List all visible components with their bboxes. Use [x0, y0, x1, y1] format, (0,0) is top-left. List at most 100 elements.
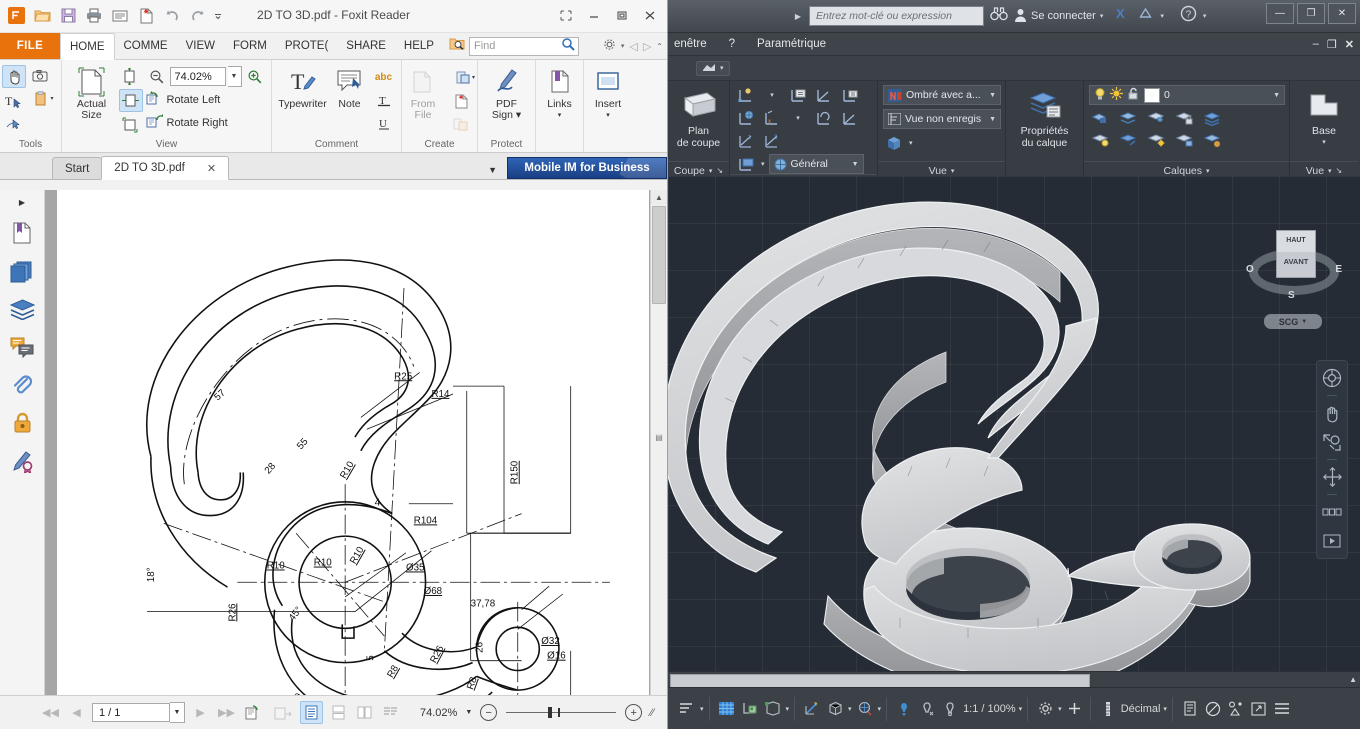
viewcube-top-label[interactable]: HAUT [1277, 237, 1315, 244]
continuous-icon[interactable] [328, 702, 349, 723]
ortho-icon[interactable] [763, 699, 783, 719]
split-view-grip[interactable]: ▤ [652, 430, 666, 444]
ucs-selector-caret-icon[interactable]: ▼ [1301, 319, 1307, 325]
orbit-icon[interactable] [1320, 465, 1344, 489]
showmotion-icon[interactable] [1320, 500, 1344, 524]
highlight-text-icon[interactable]: abc [373, 67, 395, 88]
layer-unlock-icon[interactable] [1127, 87, 1140, 103]
attachments-icon[interactable] [7, 370, 37, 400]
ucs-z-icon[interactable]: z [735, 131, 757, 151]
ucs-3point-icon[interactable] [839, 85, 861, 105]
play-animation-icon[interactable] [1320, 529, 1344, 553]
comments-icon[interactable] [7, 332, 37, 362]
bookmarks-icon[interactable] [7, 218, 37, 248]
typewriter-button[interactable]: T Typewriter [279, 65, 327, 110]
layer-isolate-icon[interactable] [1089, 108, 1111, 128]
ucs-origin-icon[interactable] [813, 85, 835, 105]
annotation-scale-caret-icon[interactable]: ▾ [1019, 705, 1023, 713]
next-view-icon[interactable]: ▷ [643, 40, 651, 53]
layer-turn-off-icon[interactable] [1089, 130, 1111, 150]
osnap-icon[interactable] [825, 699, 845, 719]
dynamic-ucs-icon[interactable] [855, 699, 875, 719]
coupe-caret-icon[interactable]: ▾ [709, 167, 713, 175]
ucs-x-caret-icon[interactable]: ▾ [787, 108, 809, 128]
note-button[interactable]: Note [330, 65, 370, 110]
viewcube-west-label[interactable]: O [1246, 264, 1254, 275]
ucs-icon[interactable] [735, 85, 757, 105]
viewcube-caret-icon[interactable]: ▾ [909, 139, 913, 147]
vue-base-caret-icon[interactable]: ▾ [1328, 167, 1332, 175]
tab-help[interactable]: HELP [395, 33, 443, 59]
search-folder-icon[interactable] [449, 37, 465, 56]
zoom-in-button[interactable]: + [625, 704, 642, 721]
menu-item-fenetre[interactable]: enêtre [674, 38, 707, 50]
layer-thaw-icon[interactable] [1110, 87, 1123, 103]
viewcube-east-label[interactable]: E [1335, 264, 1342, 275]
ucs-3-icon[interactable]: 3 [761, 131, 783, 151]
model-space-icon[interactable] [677, 699, 697, 719]
hscroll-collapse-icon[interactable]: ▲ [1349, 675, 1357, 684]
restore-icon[interactable]: ❐ [1297, 3, 1325, 24]
close-icon[interactable]: ✕ [1328, 3, 1356, 24]
next-page-icon[interactable]: ▶ [190, 702, 211, 723]
layer-properties-button[interactable]: Propriétés du calque [1014, 85, 1076, 149]
viewcube-south-label[interactable]: S [1288, 290, 1295, 301]
view-cube[interactable]: HAUT AVANT O E S SCG ▼ [1246, 222, 1342, 318]
tab-share[interactable]: SHARE [337, 33, 395, 59]
zoom-in-icon[interactable] [244, 66, 266, 87]
zoom-dropdown-icon[interactable]: ▼ [228, 66, 242, 87]
continuous-facing-icon[interactable] [380, 702, 401, 723]
snap-icon[interactable] [740, 699, 760, 719]
rotate-view-icon[interactable] [242, 702, 266, 723]
doc-tabs-dropdown-icon[interactable]: ▼ [488, 165, 497, 175]
rotate-left-button[interactable]: Rotate Left [146, 89, 266, 110]
links-caret-icon[interactable]: ▾ [558, 110, 562, 121]
workspace-caret-icon[interactable]: ▾ [1058, 705, 1062, 713]
graphics-performance-icon[interactable] [1226, 699, 1246, 719]
layer-combo[interactable]: 0 ▼ [1089, 85, 1285, 105]
tab-protect[interactable]: PROTE( [276, 33, 337, 59]
doc-tab-pdf[interactable]: 2D TO 3D.pdf ✕ [101, 156, 229, 180]
layer-lock-icon[interactable] [1173, 108, 1195, 128]
polar-tracking-icon[interactable] [802, 699, 822, 719]
model-viewport[interactable]: HAUT AVANT O E S SCG ▼ [668, 176, 1360, 688]
section-plane-button[interactable]: Plan de coupe [673, 85, 724, 149]
search-binoculars-icon[interactable] [990, 6, 1008, 26]
layer-merge-icon[interactable] [1201, 108, 1223, 128]
hscroll-thumb[interactable] [670, 674, 1090, 688]
layer-thaw-all-icon[interactable] [1145, 130, 1167, 150]
viewcube-front-label[interactable]: AVANT [1277, 257, 1315, 266]
zoom-slider-knob[interactable] [548, 707, 552, 718]
sign-in-caret-icon[interactable]: ▾ [1100, 12, 1104, 20]
close-icon[interactable] [637, 4, 663, 26]
scroll-thumb[interactable] [652, 206, 666, 304]
layers-icon[interactable] [7, 294, 37, 324]
first-page-icon[interactable]: ◀◀ [40, 702, 61, 723]
maximize-icon[interactable] [609, 4, 635, 26]
find-magnifier-icon[interactable] [561, 37, 575, 56]
page-number-dropdown-icon[interactable]: ▼ [170, 702, 185, 723]
help-caret-icon[interactable]: ▾ [1203, 12, 1207, 20]
layer-change-to-current-icon[interactable] [1201, 130, 1223, 150]
doc-restore-icon[interactable]: ❐ [1327, 38, 1337, 51]
hand-tool-icon[interactable] [2, 65, 26, 88]
zoom-out-icon[interactable] [146, 66, 168, 87]
previous-view-icon[interactable]: ◁ [629, 40, 637, 53]
zoom-extents-icon[interactable] [1320, 430, 1344, 454]
sign-in-button[interactable]: Se connecter ▾ [1014, 8, 1103, 25]
vue-caret-icon[interactable]: ▾ [951, 167, 955, 175]
world-ucs-icon[interactable] [735, 108, 757, 128]
isolate-objects-icon[interactable] [1203, 699, 1223, 719]
layer-freeze-icon[interactable] [1145, 108, 1167, 128]
select-text-icon[interactable]: T [2, 90, 24, 111]
underline-text-icon[interactable]: U [373, 113, 395, 134]
layer-color-swatch[interactable] [1144, 88, 1160, 103]
visual-style-caret-icon[interactable]: ▾ [720, 64, 724, 72]
tab-form[interactable]: FORM [224, 33, 276, 59]
add-icon[interactable] [1065, 699, 1085, 719]
ucs-combo[interactable]: Général ▼ [769, 154, 864, 174]
fit-visible-icon[interactable] [119, 114, 141, 135]
help-icon[interactable]: ? [1180, 5, 1197, 27]
view-preset-combo[interactable]: Vue non enregis ▼ [883, 109, 1001, 129]
units-value[interactable]: Décimal [1121, 703, 1161, 715]
